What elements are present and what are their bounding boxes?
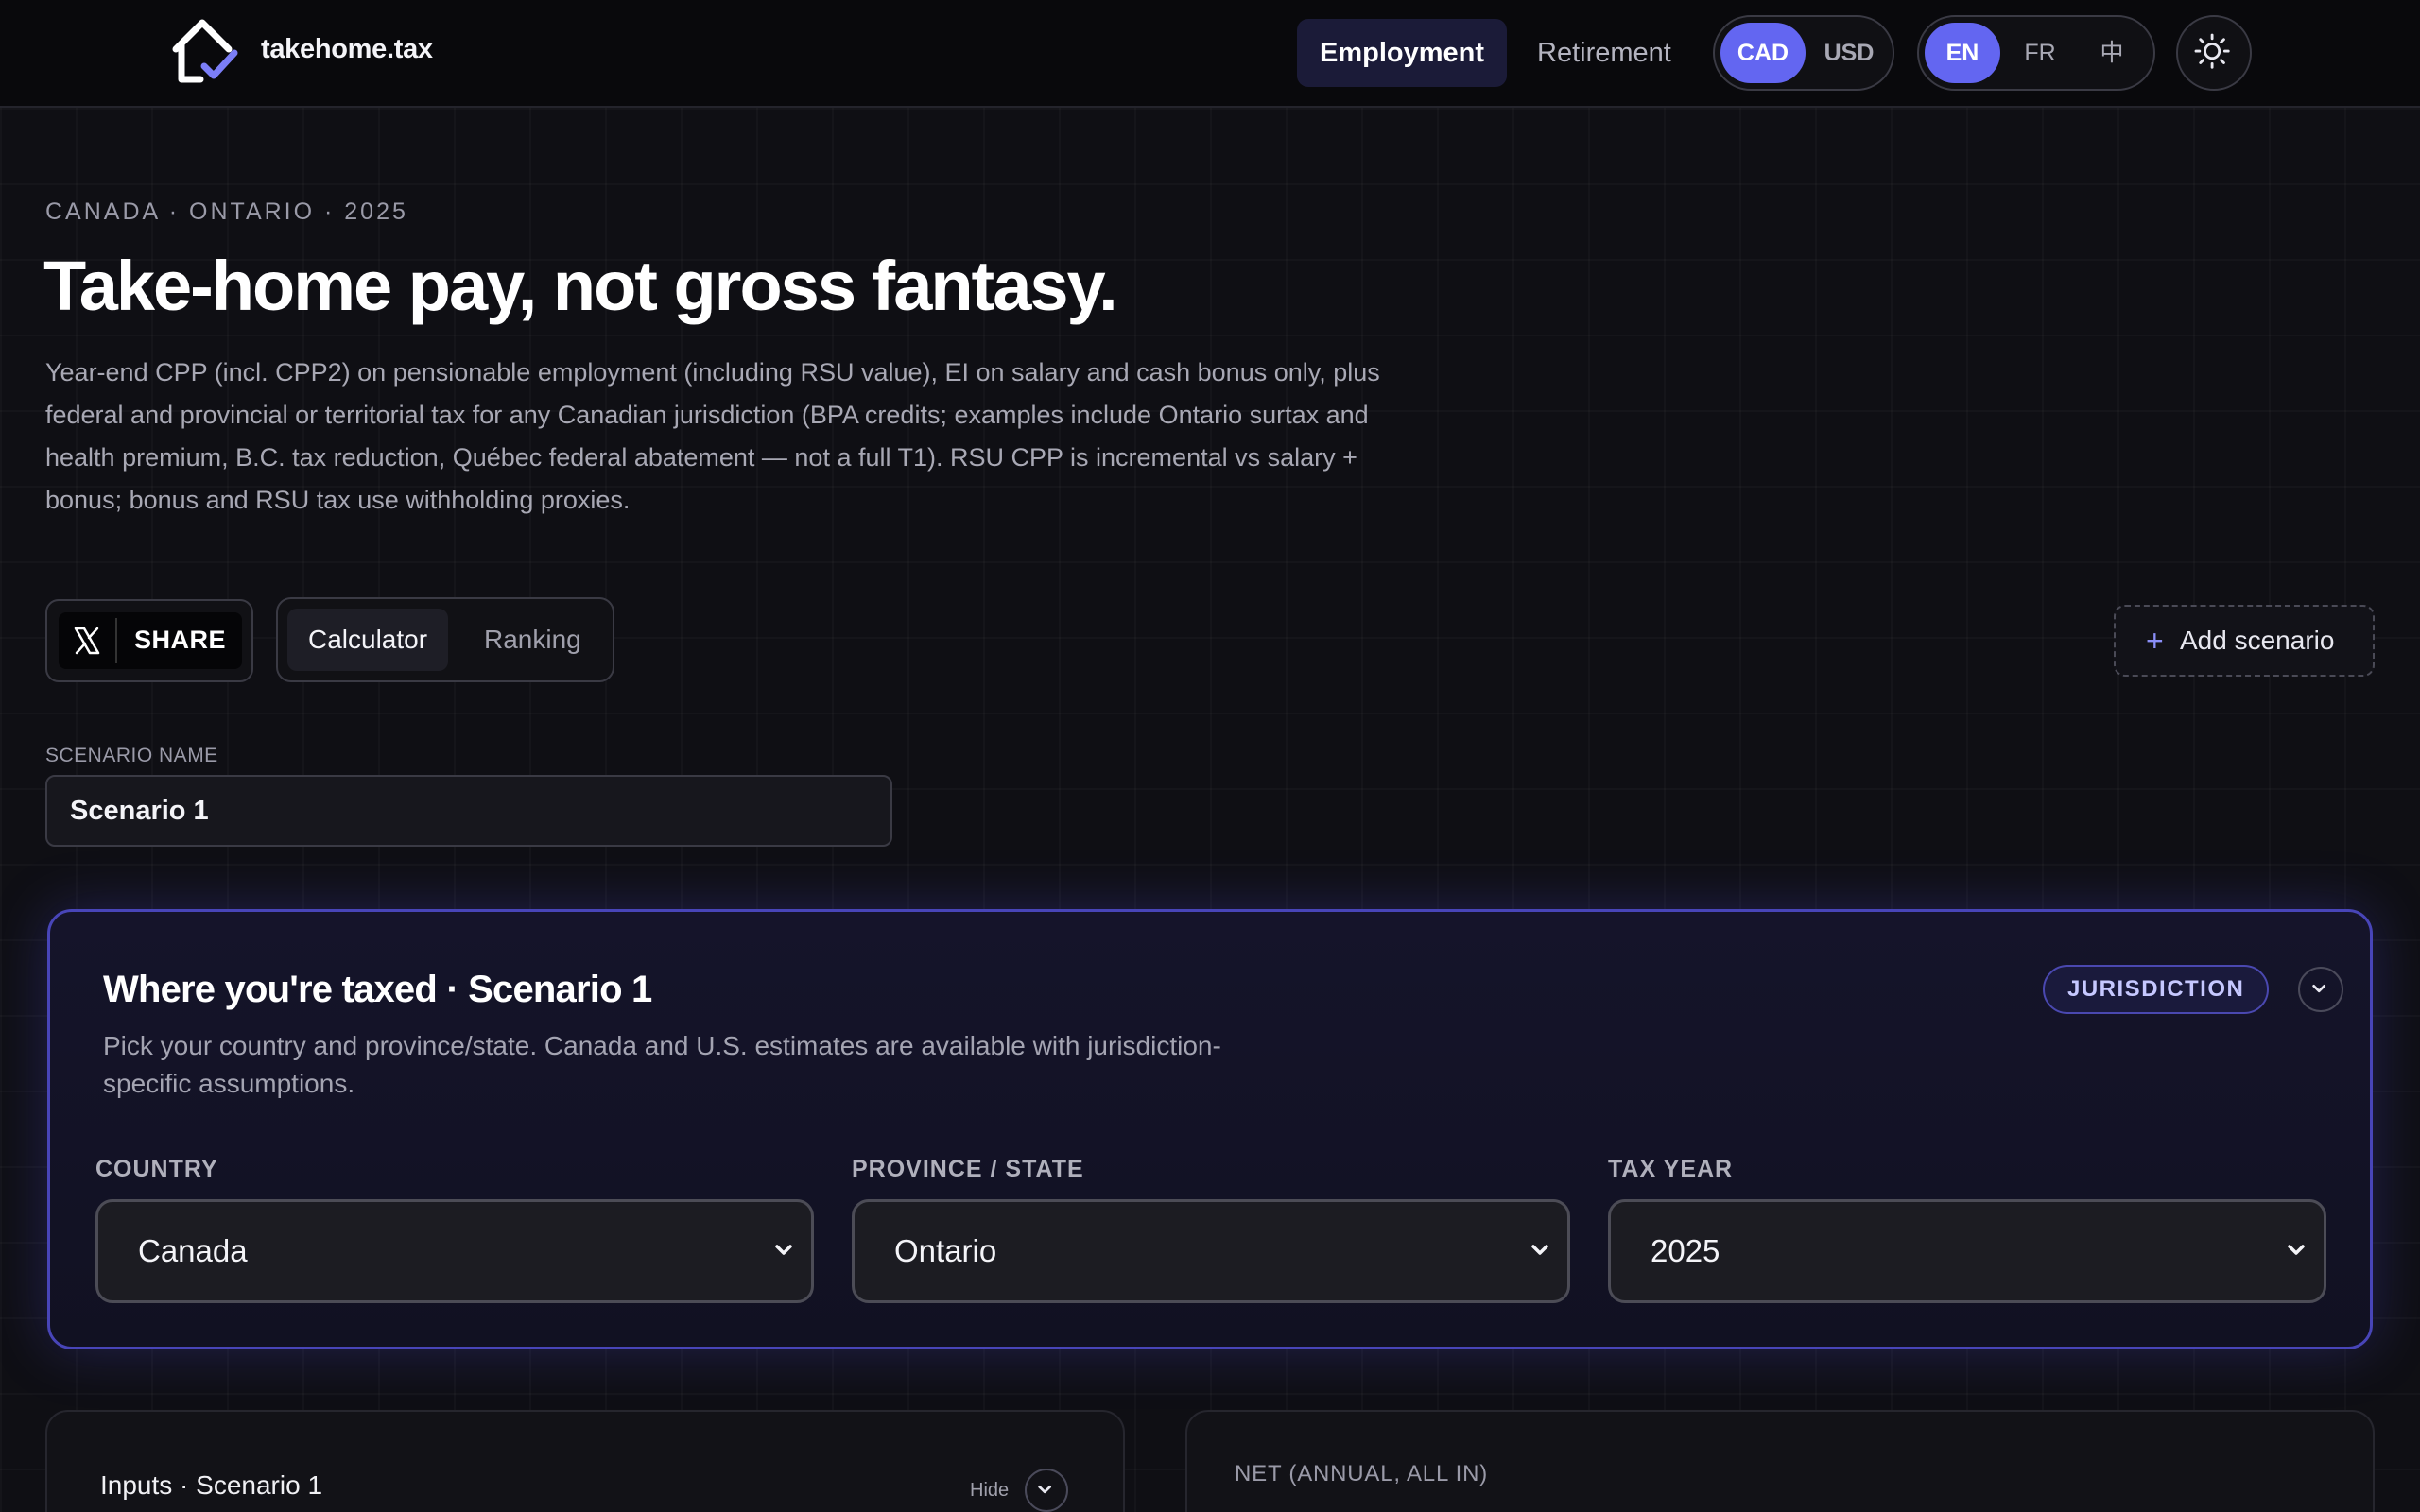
- add-scenario-label: Add scenario: [2180, 626, 2335, 655]
- tab-retirement[interactable]: Retirement: [1514, 19, 1694, 87]
- top-nav: takehome.tax Employment Retirement CAD U…: [0, 0, 2420, 108]
- country-label: COUNTRY: [95, 1156, 218, 1182]
- share-label: SHARE: [134, 626, 227, 654]
- scenario-name-label: SCENARIO NAME: [45, 745, 218, 766]
- tab-calculator[interactable]: Calculator: [287, 609, 449, 671]
- add-scenario-button[interactable]: + Add scenario: [2114, 605, 2375, 677]
- hide-inputs-label[interactable]: Hide: [970, 1480, 1009, 1502]
- inputs-panel-title: Inputs · Scenario 1: [100, 1470, 323, 1500]
- tax-year-select[interactable]: 2025: [1608, 1199, 2326, 1303]
- scenario-name-input[interactable]: [45, 775, 892, 847]
- jurisdiction-description: Pick your country and province/state. Ca…: [103, 1031, 1221, 1098]
- province-label: PROVINCE / STATE: [852, 1156, 1084, 1182]
- province-value: Ontario: [894, 1233, 997, 1268]
- chevron-down-icon: [2312, 984, 2326, 993]
- jurisdiction-badge: JURISDICTION: [2043, 965, 2270, 1014]
- language-en-button[interactable]: EN: [1925, 23, 2000, 83]
- sun-icon: [2194, 33, 2230, 69]
- inputs-panel: Inputs · Scenario 1 Hide: [45, 1410, 1125, 1512]
- chevron-down-icon: [1038, 1485, 1052, 1494]
- brand-name[interactable]: takehome.tax: [261, 34, 433, 65]
- jurisdiction-card: Where you're taxed · Scenario 1 Pick you…: [47, 909, 2373, 1349]
- currency-usd-button[interactable]: USD: [1809, 23, 1889, 83]
- page-title: Take-home pay, not gross fantasy.: [43, 247, 1118, 325]
- currency-cad-button[interactable]: CAD: [1720, 23, 1806, 83]
- language-zh-button[interactable]: 中: [2076, 23, 2148, 83]
- chevron-down-icon: [775, 1245, 792, 1255]
- tab-employment[interactable]: Employment: [1297, 19, 1508, 87]
- tax-year-label: TAX YEAR: [1608, 1156, 1734, 1182]
- chevron-down-icon: [2288, 1245, 2305, 1255]
- jurisdiction-title: Where you're taxed · Scenario 1: [103, 969, 652, 1010]
- province-select[interactable]: Ontario: [852, 1199, 1570, 1303]
- x-logo-icon: [74, 627, 100, 655]
- tax-year-value: 2025: [1651, 1233, 1720, 1268]
- share-divider: [115, 618, 117, 663]
- tab-ranking[interactable]: Ranking: [463, 609, 602, 671]
- currency-toggle: CAD USD: [1713, 15, 1894, 91]
- share-button-inner: SHARE: [59, 612, 242, 669]
- results-panel: NET (ANNUAL, ALL IN): [1185, 1410, 2375, 1512]
- language-fr-button[interactable]: FR: [2004, 23, 2076, 83]
- country-value: Canada: [138, 1233, 248, 1268]
- location-eyebrow: CANADA · ONTARIO · 2025: [45, 198, 408, 225]
- page-description: Year-end CPP (incl. CPP2) on pensionable…: [45, 358, 1380, 514]
- house-check-logo-icon[interactable]: [168, 17, 238, 87]
- share-on-x-button[interactable]: SHARE: [45, 599, 253, 682]
- collapse-toggle-button[interactable]: [2298, 967, 2343, 1012]
- hide-inputs-button[interactable]: [1025, 1469, 1068, 1512]
- chevron-down-icon: [1531, 1245, 1548, 1255]
- country-select[interactable]: Canada: [95, 1199, 814, 1303]
- theme-toggle-button[interactable]: [2176, 15, 2252, 91]
- view-switch: Calculator Ranking: [276, 597, 614, 682]
- language-toggle: EN FR 中: [1917, 15, 2155, 91]
- plus-icon: +: [2146, 624, 2164, 658]
- net-annual-label: NET (ANNUAL, ALL IN): [1235, 1461, 1489, 1486]
